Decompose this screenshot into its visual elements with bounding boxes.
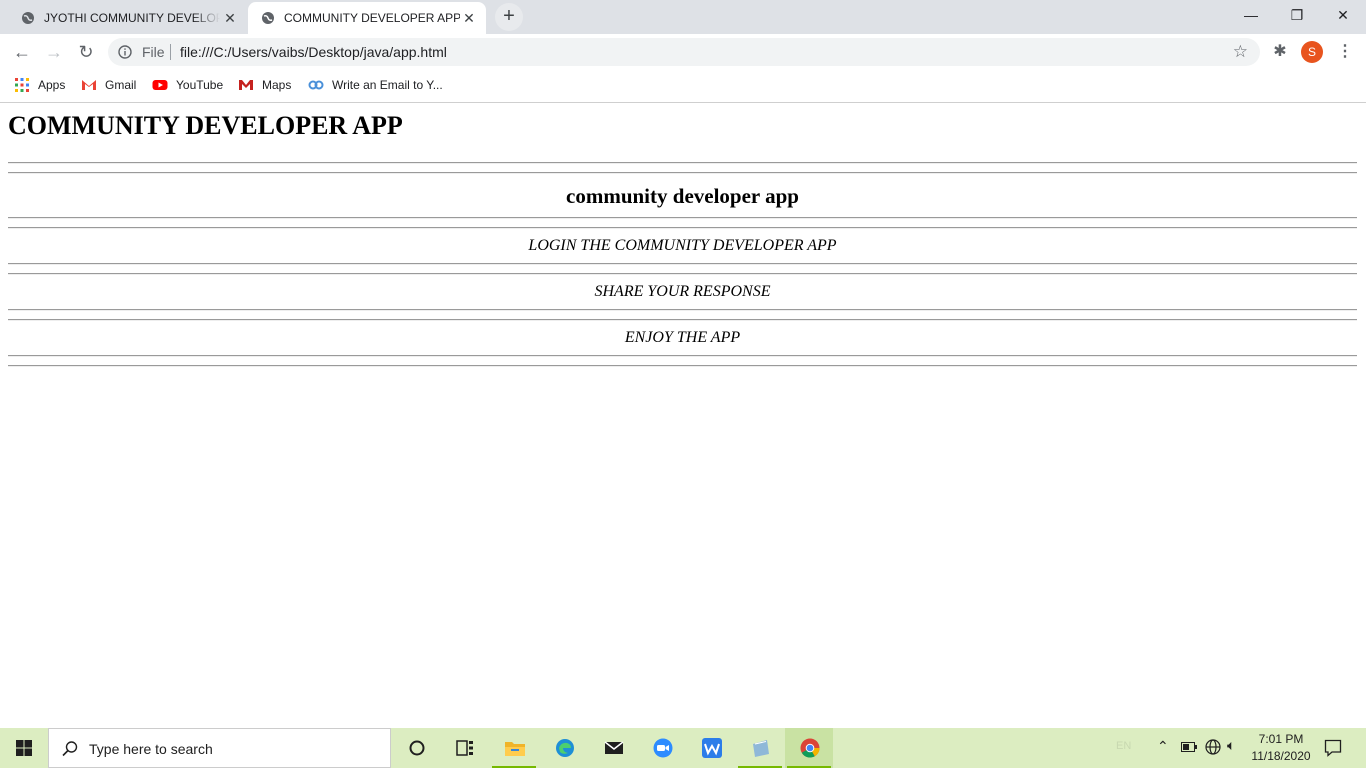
bookmark-star-icon[interactable]: ☆ — [1233, 42, 1248, 62]
cortana-button[interactable] — [392, 728, 440, 768]
cortana-icon — [409, 740, 425, 756]
divider — [8, 263, 1357, 265]
mail-icon — [604, 741, 624, 754]
divider — [8, 172, 1357, 174]
menu-kebab-icon[interactable]: ⋮ — [1335, 42, 1355, 62]
divider — [8, 273, 1357, 275]
back-icon[interactable]: ← — [12, 42, 32, 62]
volume-icon[interactable]: 🔈︎ — [1227, 737, 1235, 754]
scheme-label: File — [142, 44, 165, 60]
page-subtitle: community developer app — [566, 184, 799, 208]
list-item: ENJOY THE APP — [624, 329, 741, 346]
windows-logo-icon — [16, 740, 32, 756]
close-tab-icon[interactable]: ✕ — [223, 11, 237, 25]
extensions-icon[interactable]: ✱ — [1270, 42, 1290, 62]
chevron-up-icon[interactable]: ⌃ — [1157, 738, 1169, 755]
battery-icon[interactable] — [1181, 742, 1197, 752]
network-globe-icon[interactable] — [1205, 739, 1221, 755]
list-item: SHARE YOUR RESPONSE — [594, 283, 771, 300]
search-placeholder: Type here to search — [89, 741, 213, 757]
clock-date: 11/18/2020 — [1251, 749, 1311, 763]
forward-icon[interactable]: → — [44, 42, 64, 62]
new-tab-button[interactable]: + — [495, 3, 523, 31]
tab-strip: JYOTHI COMMUNITY DEVELOPER ✕ COMMUNITY D… — [0, 0, 1366, 34]
restore-icon[interactable]: ❐ — [1274, 0, 1320, 30]
close-tab-icon[interactable]: ✕ — [462, 11, 476, 25]
divider — [8, 365, 1357, 367]
search-icon — [62, 741, 78, 757]
divider — [8, 217, 1357, 219]
notes-icon — [753, 740, 769, 757]
tab-title: COMMUNITY DEVELOPER APP — [284, 11, 460, 25]
bookmark-label: YouTube — [176, 78, 224, 92]
page-content: COMMUNITY DEVELOPER APP community develo… — [0, 103, 1366, 728]
url-text[interactable]: file:///C:/Users/vaibs/Desktop/java/app.… — [180, 44, 447, 60]
gmail-icon — [82, 80, 96, 90]
divider — [8, 227, 1357, 229]
info-icon[interactable] — [118, 45, 132, 59]
taskbar: Type here to search EN ⌃ 🔈︎ 7:01 PM 11/1… — [0, 728, 1366, 768]
bookmarks-bar: Apps Gmail YouTube Maps Write an Email t… — [0, 70, 1366, 103]
list-item: LOGIN THE COMMUNITY DEVELOPER APP — [528, 237, 837, 254]
bookmark-label: Write an Email to Y... — [332, 78, 443, 92]
reload-icon[interactable]: ↻ — [76, 42, 96, 62]
wps-office-icon — [702, 738, 722, 758]
tab-jyothi[interactable]: JYOTHI COMMUNITY DEVELOPER ✕ — [8, 2, 247, 34]
zoom-button[interactable] — [638, 728, 686, 768]
globe-icon — [22, 12, 34, 24]
divider — [8, 319, 1357, 321]
bookmark-write-email[interactable]: Write an Email to Y... — [308, 77, 443, 93]
folder-icon — [505, 742, 525, 756]
mail-button[interactable] — [589, 728, 637, 768]
bookmark-apps[interactable]: Apps — [14, 77, 65, 93]
taskbar-search[interactable]: Type here to search — [48, 728, 391, 768]
clock-time: 7:01 PM — [1258, 732, 1304, 746]
notification-icon[interactable] — [1324, 739, 1342, 757]
divider — [8, 355, 1357, 357]
bookmark-label: Apps — [38, 78, 66, 92]
close-window-icon[interactable]: ✕ — [1320, 0, 1366, 30]
link-icon — [308, 80, 324, 90]
tab-community[interactable]: COMMUNITY DEVELOPER APP ✕ — [248, 2, 486, 34]
edge-button[interactable] — [540, 728, 588, 768]
system-clock[interactable]: 7:01 PM 11/18/2020 — [1248, 731, 1314, 765]
globe-icon — [262, 12, 274, 24]
start-button[interactable] — [0, 728, 48, 768]
edge-icon — [556, 739, 574, 757]
apps-grid-icon — [15, 78, 29, 92]
chrome-icon — [800, 738, 820, 758]
chrome-button[interactable] — [785, 728, 833, 768]
youtube-icon — [152, 80, 168, 90]
divider — [170, 44, 171, 60]
file-explorer-button[interactable] — [490, 728, 538, 768]
bookmark-maps[interactable]: Maps — [238, 77, 291, 93]
minimize-icon[interactable]: — — [1228, 0, 1274, 30]
wps-office-button[interactable] — [687, 728, 735, 768]
divider — [8, 309, 1357, 311]
zoom-icon — [653, 738, 673, 758]
notes-app-button[interactable] — [736, 728, 784, 768]
tab-title: JYOTHI COMMUNITY DEVELOPER — [44, 11, 220, 25]
profile-avatar[interactable]: S — [1301, 41, 1323, 63]
maps-icon — [239, 80, 253, 90]
language-indicator[interactable]: EN — [1116, 740, 1131, 752]
bookmark-label: Maps — [262, 78, 292, 92]
bookmark-gmail[interactable]: Gmail — [81, 77, 136, 93]
address-bar[interactable]: File file:///C:/Users/vaibs/Desktop/java… — [108, 38, 1260, 66]
bookmark-youtube[interactable]: YouTube — [152, 77, 223, 93]
divider — [8, 162, 1357, 164]
task-view-icon — [456, 740, 473, 756]
task-view-button[interactable] — [440, 728, 488, 768]
page-title: COMMUNITY DEVELOPER APP — [8, 111, 403, 140]
bookmark-label: Gmail — [105, 78, 137, 92]
